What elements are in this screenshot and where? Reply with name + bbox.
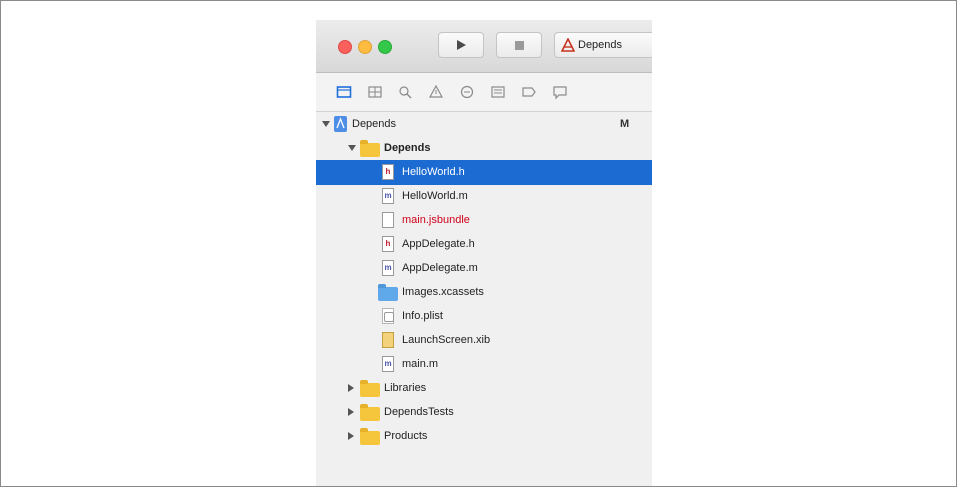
tree-row-label: AppDelegate.h bbox=[402, 238, 475, 250]
test-navigator-icon[interactable] bbox=[459, 84, 475, 100]
scheme-selector[interactable]: Depends bbox=[554, 32, 652, 58]
disclosure-triangle-icon[interactable] bbox=[348, 432, 354, 440]
tree-row-label: Products bbox=[384, 430, 428, 442]
interface-builder-file-icon bbox=[382, 332, 394, 348]
tree-row-file[interactable]: m HelloWorld.m bbox=[316, 184, 652, 209]
navigator-selector-bar bbox=[316, 73, 652, 112]
tree-row-label: Depends bbox=[352, 118, 397, 130]
close-window-button[interactable] bbox=[338, 40, 352, 54]
objc-source-file-icon: m bbox=[382, 188, 394, 204]
disclosure-triangle-icon[interactable] bbox=[348, 384, 354, 392]
tree-row-label: HelloWorld.m bbox=[402, 190, 468, 202]
folder-icon bbox=[360, 428, 380, 445]
tree-row-group[interactable]: DependsTests bbox=[316, 400, 652, 425]
tree-row-group[interactable]: Depends bbox=[316, 136, 652, 161]
xcode-project-icon bbox=[334, 116, 347, 135]
report-navigator-icon[interactable] bbox=[552, 84, 568, 100]
tree-row-label: Info.plist bbox=[402, 310, 443, 322]
folder-icon bbox=[360, 380, 380, 397]
disclosure-triangle-icon[interactable] bbox=[348, 408, 354, 416]
xcode-window: Depends Depends M Depends h HelloWorld.h… bbox=[316, 20, 652, 486]
blank-file-icon bbox=[382, 212, 394, 228]
plist-file-icon bbox=[382, 308, 394, 324]
disclosure-triangle-icon[interactable] bbox=[348, 145, 356, 151]
run-button[interactable] bbox=[438, 32, 484, 58]
objc-source-file-icon: m bbox=[382, 260, 394, 276]
xcode-app-icon bbox=[561, 38, 575, 52]
breakpoint-navigator-icon[interactable] bbox=[521, 84, 537, 100]
tree-row-file[interactable]: h HelloWorld.h bbox=[316, 160, 652, 185]
tree-row-group[interactable]: Products bbox=[316, 424, 652, 449]
objc-source-file-icon: m bbox=[382, 356, 394, 372]
disclosure-triangle-icon[interactable] bbox=[322, 121, 330, 127]
folder-icon bbox=[360, 404, 380, 421]
tree-row-label: Depends bbox=[384, 142, 431, 154]
tree-row-label: main.m bbox=[402, 358, 439, 370]
header-file-icon: h bbox=[382, 164, 394, 180]
toolbar: Depends bbox=[316, 20, 652, 73]
tree-row-file[interactable]: LaunchScreen.xib bbox=[316, 328, 652, 353]
tree-row-project[interactable]: Depends M bbox=[316, 112, 652, 137]
tree-row-group[interactable]: Libraries bbox=[316, 376, 652, 401]
stop-button[interactable] bbox=[496, 32, 542, 58]
tree-row-label: Images.xcassets bbox=[402, 286, 484, 298]
tree-row-file[interactable]: main.jsbundle bbox=[316, 208, 652, 233]
tree-row-file[interactable]: Images.xcassets bbox=[316, 280, 652, 305]
find-navigator-icon[interactable] bbox=[397, 84, 413, 100]
asset-catalog-icon bbox=[378, 284, 398, 301]
stop-icon bbox=[514, 40, 524, 50]
folder-navigator-icon[interactable] bbox=[336, 84, 352, 100]
tree-row-label: Libraries bbox=[384, 382, 427, 394]
tree-row-label: DependsTests bbox=[384, 406, 454, 418]
tree-row-file[interactable]: h AppDelegate.h bbox=[316, 232, 652, 257]
tree-row-label: AppDelegate.m bbox=[402, 262, 478, 274]
issue-navigator-icon[interactable] bbox=[428, 84, 444, 100]
tree-row-label: LaunchScreen.xib bbox=[402, 334, 491, 346]
folder-icon bbox=[360, 140, 380, 157]
tree-row-label: HelloWorld.h bbox=[402, 166, 465, 178]
scheme-label: Depends bbox=[578, 39, 623, 51]
source-control-navigator-icon[interactable] bbox=[367, 84, 383, 100]
minimize-window-button[interactable] bbox=[358, 40, 372, 54]
tree-row-label: main.jsbundle bbox=[402, 214, 470, 226]
zoom-window-button[interactable] bbox=[378, 40, 392, 54]
debug-navigator-icon[interactable] bbox=[490, 84, 506, 100]
tree-row-file[interactable]: Info.plist bbox=[316, 304, 652, 329]
play-icon bbox=[457, 40, 466, 50]
source-control-status-badge: M bbox=[620, 118, 630, 130]
tree-row-file[interactable]: m main.m bbox=[316, 352, 652, 377]
tree-row-file[interactable]: m AppDelegate.m bbox=[316, 256, 652, 281]
header-file-icon: h bbox=[382, 236, 394, 252]
